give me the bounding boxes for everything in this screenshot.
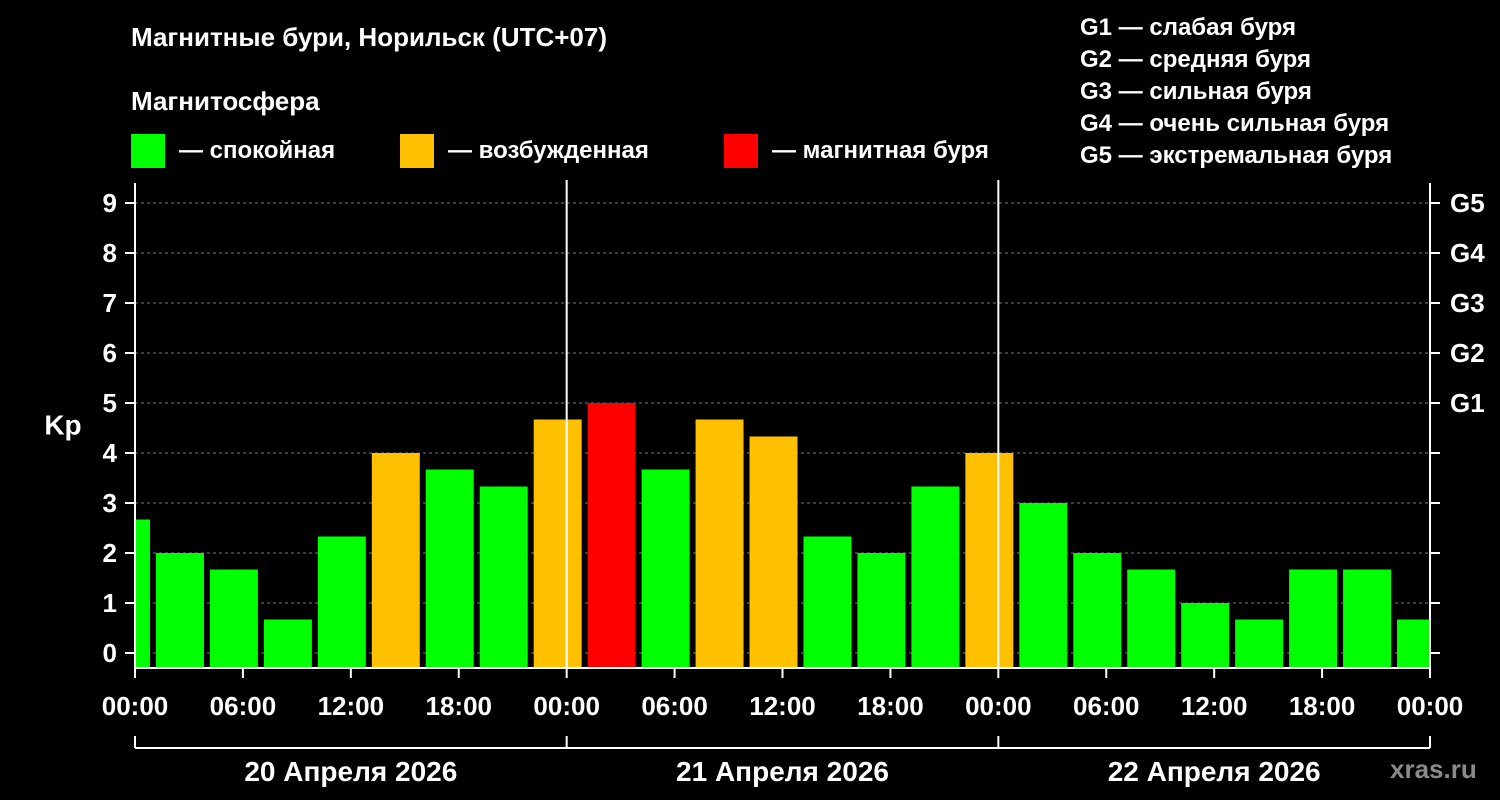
x-tick-label: 00:00 — [965, 691, 1032, 721]
y-tick-label: 3 — [103, 488, 117, 518]
kp-bar-10 — [641, 469, 690, 668]
kp-bar-6 — [425, 469, 474, 668]
kp-bar-5 — [371, 453, 420, 668]
kp-bar-18 — [1073, 553, 1122, 668]
kp-bar-20 — [1181, 603, 1230, 668]
kp-bar-14 — [857, 553, 906, 668]
kp-bar-2 — [209, 569, 258, 668]
kp-bar-8 — [533, 419, 582, 668]
kp-bar-22 — [1289, 569, 1338, 668]
kp-bar-9 — [587, 403, 636, 668]
y-tick-label: 7 — [103, 288, 117, 318]
storm-level-tick-label: G5 — [1450, 188, 1485, 218]
day-label: 21 Апреля 2026 — [676, 756, 889, 787]
kp-bar-24 — [1397, 619, 1429, 668]
kp-bar-4 — [317, 536, 366, 668]
storm-level-tick-label: G1 — [1450, 388, 1485, 418]
kp-bar-15 — [911, 486, 960, 668]
day-label: 22 Апреля 2026 — [1108, 756, 1321, 787]
y-axis-label: Kp — [44, 410, 81, 441]
kp-bar-3 — [263, 619, 312, 668]
x-tick-label: 18:00 — [857, 691, 924, 721]
site-watermark: xras.ru — [1390, 754, 1477, 784]
day-label: 20 Апреля 2026 — [244, 756, 457, 787]
y-tick-label: 2 — [103, 538, 117, 568]
x-tick-label: 18:00 — [426, 691, 493, 721]
kp-bar-12 — [749, 436, 798, 668]
storm-level-tick-label: G3 — [1450, 288, 1485, 318]
kp-bar-21 — [1235, 619, 1284, 668]
storm-level-tick-label: G2 — [1450, 338, 1485, 368]
y-tick-label: 5 — [103, 388, 117, 418]
x-tick-label: 00:00 — [1397, 691, 1464, 721]
y-tick-label: 1 — [103, 588, 117, 618]
kp-bar-chart: 0 1 2 3 4 5 6 7 8 9 G1 G2 G3 G4 G5 Kp 00:00 06:00 12:00 18:… — [44, 180, 1485, 787]
y-tick-label: 0 — [103, 638, 117, 668]
kp-bar-11 — [695, 419, 744, 668]
x-tick-label: 12:00 — [1181, 691, 1248, 721]
kp-bar-1 — [155, 553, 204, 668]
x-tick-label: 06:00 — [210, 691, 277, 721]
x-tick-label: 12:00 — [318, 691, 385, 721]
x-tick-label: 00:00 — [533, 691, 600, 721]
y-tick-label: 4 — [103, 438, 118, 468]
x-tick-label: 18:00 — [1289, 691, 1356, 721]
kp-bar-17 — [1019, 503, 1068, 668]
storm-level-tick-label: G4 — [1450, 238, 1485, 268]
kp-bar-23 — [1343, 569, 1392, 668]
x-tick-label: 12:00 — [749, 691, 816, 721]
y-tick-label: 8 — [103, 238, 117, 268]
x-tick-label: 06:00 — [1073, 691, 1140, 721]
y-tick-label: 6 — [103, 338, 117, 368]
kp-bar-13 — [803, 536, 852, 668]
kp-bar-7 — [479, 486, 528, 668]
x-tick-label: 06:00 — [641, 691, 708, 721]
kp-bar-16 — [965, 453, 1014, 668]
x-tick-label: 00:00 — [102, 691, 169, 721]
kp-bar-0 — [136, 519, 150, 668]
y-tick-label: 9 — [103, 188, 117, 218]
kp-bar-19 — [1127, 569, 1176, 668]
